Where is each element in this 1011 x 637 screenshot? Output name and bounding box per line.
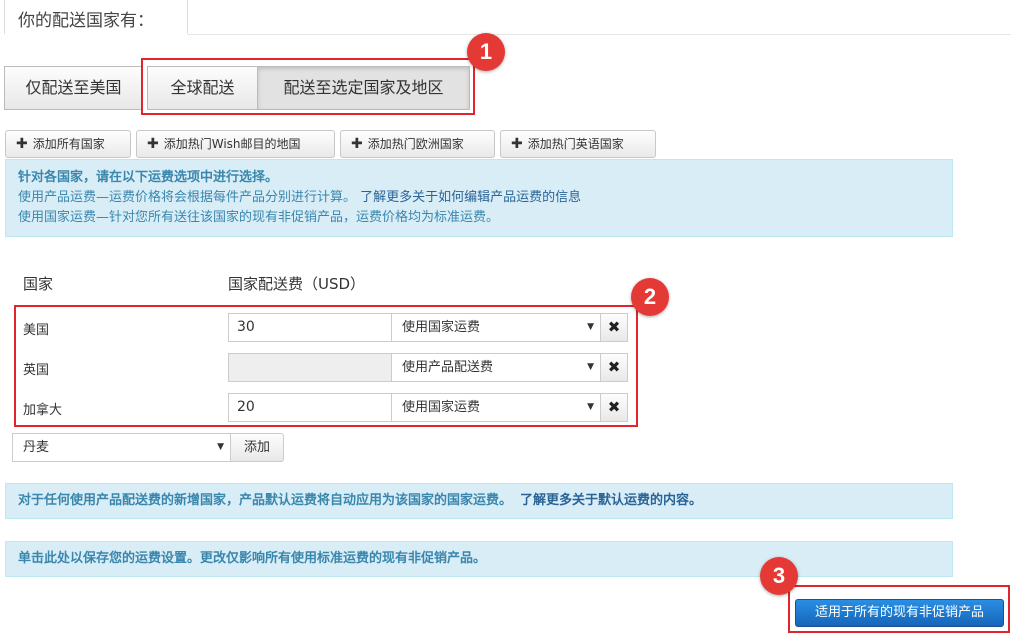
add-popular-europe-button[interactable]: ✚ 添加热门欧洲国家 xyxy=(340,130,495,158)
column-header-fee: 国家配送费（USD） xyxy=(228,275,366,293)
shipping-options-info: 针对各国家，请在以下运费选项中进行选择。 使用产品运费—运费价格将会根据每件产品… xyxy=(5,159,953,237)
divider xyxy=(188,34,1011,35)
annotation-box-1 xyxy=(141,58,475,115)
add-all-countries-button[interactable]: ✚ 添加所有国家 xyxy=(5,130,131,158)
learn-more-product-shipping-link[interactable]: 了解更多关于如何编辑产品运费的信息 xyxy=(360,190,581,205)
tab-us-only[interactable]: 仅配送至美国 xyxy=(4,66,143,110)
annotation-badge-1: 1 xyxy=(467,33,505,71)
save-settings-notice: 单击此处以保存您的运费设置。更改仅影响所有使用标准运费的现有非促销产品。 xyxy=(5,541,953,577)
add-country-button[interactable]: 添加 xyxy=(230,433,284,462)
plus-icon: ✚ xyxy=(351,136,363,152)
plus-icon: ✚ xyxy=(147,136,159,152)
learn-more-default-shipping-link[interactable]: 了解更多关于默认运费的内容。 xyxy=(520,493,702,508)
annotation-box-2 xyxy=(14,305,638,427)
section-tab: 你的配送国家有： xyxy=(4,0,188,34)
default-shipping-notice: 对于任何使用产品配送费的新增国家，产品默认运费将自动应用为该国家的国家运费。 了解… xyxy=(5,483,953,519)
info-heading: 针对各国家，请在以下运费选项中进行选择。 xyxy=(18,170,279,185)
annotation-box-3 xyxy=(788,585,1010,633)
info-line2: 使用国家运费—针对您所有送往该国家的现有非促销产品，运费价格均为标准运费。 xyxy=(18,210,500,225)
add-popular-wishpost-button[interactable]: ✚ 添加热门Wish邮目的地国 xyxy=(136,130,335,158)
save-settings-text: 单击此处以保存您的运费设置。更改仅影响所有使用标准运费的现有非促销产品。 xyxy=(18,551,487,566)
section-title: 你的配送国家有： xyxy=(18,11,154,31)
add-popular-english-button[interactable]: ✚ 添加热门英语国家 xyxy=(500,130,656,158)
annotation-badge-2: 2 xyxy=(631,278,669,316)
caret-down-icon: ▼ xyxy=(217,442,224,452)
plus-icon: ✚ xyxy=(511,136,523,152)
default-shipping-text: 对于任何使用产品配送费的新增国家，产品默认运费将自动应用为该国家的国家运费。 xyxy=(18,493,513,508)
country-select[interactable]: 丹麦 ▼ xyxy=(12,433,231,462)
column-header-country: 国家 xyxy=(23,275,54,293)
info-line1: 使用产品运费—运费价格将会根据每件产品分别进行计算。 xyxy=(18,190,357,205)
annotation-badge-3: 3 xyxy=(760,557,798,595)
plus-icon: ✚ xyxy=(16,136,28,152)
